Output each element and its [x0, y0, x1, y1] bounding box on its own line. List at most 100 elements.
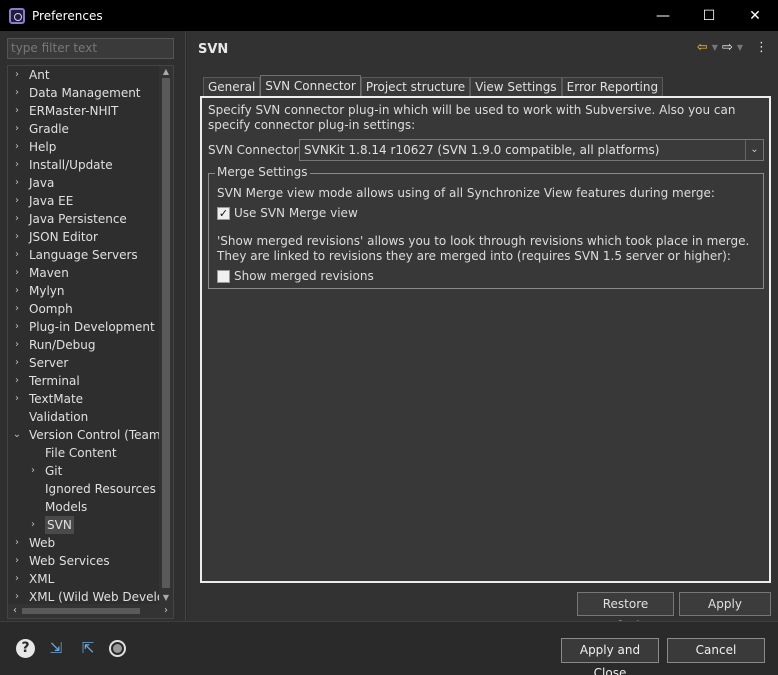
sidebar-item[interactable]: File Content: [8, 444, 161, 462]
svn-connector-select[interactable]: SVNKit 1.8.14 r10627 (SVN 1.9.0 compatib…: [299, 139, 764, 161]
cancel-button[interactable]: Cancel: [667, 638, 765, 663]
filter-input[interactable]: type filter text: [7, 38, 174, 59]
collapsed-arrow-icon[interactable]: ›: [11, 264, 23, 282]
collapsed-arrow-icon[interactable]: ›: [11, 570, 23, 588]
dialog-footer: ? ⇲ ⇱ Apply and Close Cancel: [0, 621, 778, 675]
collapsed-arrow-icon[interactable]: ›: [11, 534, 23, 552]
collapsed-arrow-icon[interactable]: ›: [11, 66, 23, 84]
sidebar-item[interactable]: › Java EE: [8, 192, 161, 210]
horizontal-scrollbar[interactable]: ‹ ›: [8, 604, 173, 618]
collapsed-arrow-icon[interactable]: ›: [11, 228, 23, 246]
use-svn-merge-view-row[interactable]: ✓ Use SVN Merge view: [217, 206, 358, 220]
sidebar-item[interactable]: › SVN: [8, 516, 161, 534]
export-icon[interactable]: ⇱: [77, 637, 99, 659]
tab-svn-connector[interactable]: SVN Connector: [260, 75, 361, 97]
collapsed-arrow-icon[interactable]: ›: [11, 390, 23, 408]
scroll-up-icon[interactable]: ▲: [159, 66, 173, 78]
tab-error-reporting[interactable]: Error Reporting: [561, 77, 664, 97]
sidebar-item[interactable]: › TextMate: [8, 390, 161, 408]
sidebar-item[interactable]: › ERMaster-NHIT: [8, 102, 161, 120]
tab-general[interactable]: General: [203, 77, 261, 97]
collapsed-arrow-icon[interactable]: ›: [11, 192, 23, 210]
help-icon[interactable]: ?: [16, 638, 35, 658]
sidebar-item[interactable]: › Run/Debug: [8, 336, 161, 354]
record-icon[interactable]: [109, 639, 126, 657]
sidebar-item[interactable]: Models: [8, 498, 161, 516]
collapsed-arrow-icon[interactable]: ›: [11, 84, 23, 102]
sidebar-item[interactable]: › Java: [8, 174, 161, 192]
collapsed-arrow-icon[interactable]: ›: [11, 174, 23, 192]
show-merged-revisions-row[interactable]: Show merged revisions: [217, 269, 374, 283]
back-arrow-icon[interactable]: ⇦: [697, 40, 708, 55]
collapsed-arrow-icon[interactable]: ›: [11, 282, 23, 300]
collapsed-arrow-icon[interactable]: ›: [27, 516, 39, 534]
collapsed-arrow-icon[interactable]: ›: [11, 210, 23, 228]
sidebar-item[interactable]: › Language Servers: [8, 246, 161, 264]
tab-project-structure[interactable]: Project structure: [360, 77, 471, 97]
collapsed-arrow-icon[interactable]: ›: [11, 120, 23, 138]
sidebar-item[interactable]: › Oomph: [8, 300, 161, 318]
sidebar-item[interactable]: › Git: [8, 462, 161, 480]
sidebar-item[interactable]: Ignored Resources: [8, 480, 161, 498]
hscroll-thumb[interactable]: [22, 608, 140, 614]
minimize-button[interactable]: —: [640, 0, 686, 31]
collapsed-arrow-icon[interactable]: ›: [11, 300, 23, 318]
sidebar-item[interactable]: › Data Management: [8, 84, 161, 102]
sidebar-item[interactable]: ⌄ Version Control (Team): [8, 426, 165, 444]
apply-button[interactable]: Apply: [679, 592, 771, 616]
show-merged-revisions-label[interactable]: Show merged revisions: [234, 269, 374, 283]
sidebar-item[interactable]: › Install/Update: [8, 156, 161, 174]
apply-and-close-button[interactable]: Apply and Close: [561, 638, 659, 675]
close-button[interactable]: ✕: [732, 0, 778, 31]
chevron-down-icon[interactable]: ⌄: [745, 140, 763, 160]
sidebar-item[interactable]: › JSON Editor: [8, 228, 161, 246]
sidebar-item-label: Language Servers: [29, 248, 138, 262]
tab-bar: General SVN Connector Project structure …: [203, 75, 664, 97]
expanded-arrow-icon[interactable]: ⌄: [11, 426, 23, 444]
sidebar-item[interactable]: › Terminal: [8, 372, 161, 390]
sidebar-item[interactable]: › Gradle: [8, 120, 161, 138]
back-dropdown-icon[interactable]: ▼: [712, 43, 718, 52]
import-icon[interactable]: ⇲: [45, 637, 67, 659]
scroll-thumb[interactable]: [162, 78, 170, 588]
sidebar-item-label: Plug-in Development: [29, 320, 155, 334]
vertical-scrollbar[interactable]: ▲ ▼: [159, 66, 173, 604]
sidebar-item[interactable]: › Java Persistence: [8, 210, 161, 228]
use-svn-merge-view-label[interactable]: Use SVN Merge view: [234, 206, 358, 220]
sidebar-item[interactable]: › Plug-in Development: [8, 318, 161, 336]
sidebar-item[interactable]: › Maven: [8, 264, 161, 282]
collapsed-arrow-icon[interactable]: ›: [11, 372, 23, 390]
preference-tree[interactable]: › Ant › Data Management › ERMaster-NHIT › Gradl…: [7, 65, 174, 619]
maximize-button[interactable]: ☐: [686, 0, 732, 31]
collapsed-arrow-icon[interactable]: ›: [11, 138, 23, 156]
collapsed-arrow-icon[interactable]: ›: [27, 462, 39, 480]
collapsed-arrow-icon[interactable]: ›: [11, 246, 23, 264]
sidebar-item[interactable]: Validation: [8, 408, 161, 426]
scroll-left-icon[interactable]: ‹: [8, 604, 22, 618]
sidebar-item[interactable]: › Mylyn: [8, 282, 161, 300]
forward-arrow-icon[interactable]: ⇨: [722, 40, 733, 55]
collapsed-arrow-icon[interactable]: ›: [11, 336, 23, 354]
collapsed-arrow-icon[interactable]: ›: [11, 102, 23, 120]
scroll-right-icon[interactable]: ›: [159, 604, 173, 618]
sidebar-item[interactable]: › Help: [8, 138, 161, 156]
collapsed-arrow-icon[interactable]: ›: [11, 552, 23, 570]
view-menu-icon[interactable]: ⋮: [755, 40, 768, 55]
sidebar-item[interactable]: › Web: [8, 534, 161, 552]
sidebar-item[interactable]: › Server: [8, 354, 161, 372]
forward-dropdown-icon[interactable]: ▼: [737, 43, 743, 52]
sidebar-item[interactable]: › Web Services: [8, 552, 161, 570]
collapsed-arrow-icon[interactable]: ›: [11, 156, 23, 174]
use-svn-merge-view-checkbox[interactable]: ✓: [217, 206, 230, 220]
sidebar-item-label: Maven: [29, 266, 69, 280]
collapsed-arrow-icon[interactable]: ›: [11, 318, 23, 336]
collapsed-arrow-icon[interactable]: ›: [11, 354, 23, 372]
sidebar-item-label: Install/Update: [29, 158, 113, 172]
sidebar-item-label: Java Persistence: [29, 212, 127, 226]
restore-defaults-button[interactable]: Restore Defaults: [577, 592, 674, 633]
sidebar-item[interactable]: › Ant: [8, 66, 161, 84]
scroll-down-icon[interactable]: ▼: [159, 592, 173, 604]
show-merged-revisions-checkbox[interactable]: [217, 269, 230, 283]
sidebar-item[interactable]: › XML: [8, 570, 161, 588]
tab-view-settings[interactable]: View Settings: [470, 77, 562, 97]
